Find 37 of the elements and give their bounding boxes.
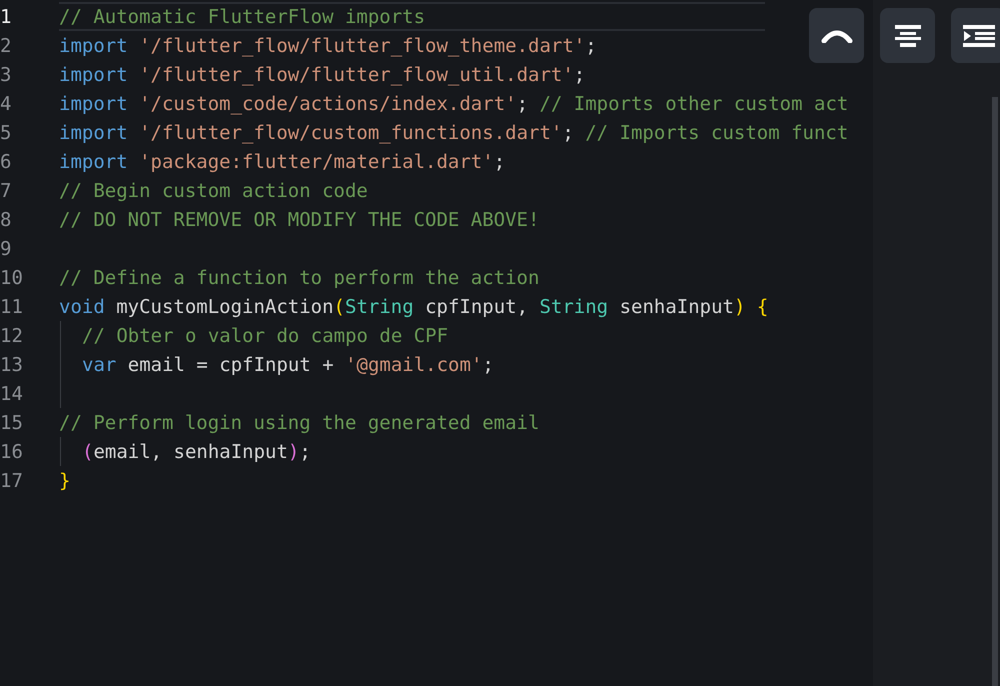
line-number: 9: [0, 238, 12, 260]
code-line: var email = cpfInput + '@gmail.com';: [82, 354, 494, 376]
line-number: 1: [0, 6, 12, 28]
code-line: }: [59, 470, 70, 492]
line-number: 17: [0, 470, 24, 492]
code-line: import '/flutter_flow/flutter_flow_theme.dart';: [59, 34, 597, 56]
scrollbar[interactable]: [992, 97, 998, 686]
code-line: // Begin custom action code: [59, 180, 368, 202]
code-line: // Automatic FlutterFlow imports: [59, 6, 426, 28]
line-number: 11: [0, 296, 24, 318]
line-number: 10: [0, 266, 24, 288]
line-number: 8: [0, 208, 12, 230]
line-number: 12: [0, 324, 24, 346]
line-number: 5: [0, 122, 12, 144]
code-line: import '/custom_code/actions/index.dart'; // Imports other custom act: [59, 92, 848, 114]
line-number: 7: [0, 180, 12, 202]
arc-icon: [820, 28, 852, 42]
code-line: void myCustomLoginAction(String cpfInput, String senhaInput) {: [59, 296, 768, 318]
code-line: // Obter o valor do campo de CPF: [82, 324, 448, 346]
align-center-button[interactable]: [880, 8, 935, 63]
undo-button[interactable]: [809, 8, 864, 63]
code-line: import 'package:flutter/material.dart';: [59, 150, 506, 172]
code-line: // Perform login using the generated email: [59, 412, 540, 434]
code-line: (email, senhaInput);: [82, 440, 311, 462]
code-line: import '/flutter_flow/flutter_flow_util.dart';: [59, 64, 586, 86]
line-number: 15: [0, 412, 24, 434]
code-line: // Define a function to perform the action: [59, 266, 540, 288]
line-number: 16: [0, 440, 24, 462]
line-number: 14: [0, 382, 24, 404]
line-number: 2: [0, 34, 12, 56]
line-number: 6: [0, 150, 12, 172]
line-number: 13: [0, 354, 24, 376]
line-number: 4: [0, 92, 12, 114]
code-line: // DO NOT REMOVE OR MODIFY THE CODE ABOVE!: [59, 208, 540, 230]
line-number: 3: [0, 64, 12, 86]
indent-button[interactable]: [951, 8, 1000, 63]
code-line: import '/flutter_flow/custom_functions.dart'; // Imports custom funct: [59, 122, 848, 144]
